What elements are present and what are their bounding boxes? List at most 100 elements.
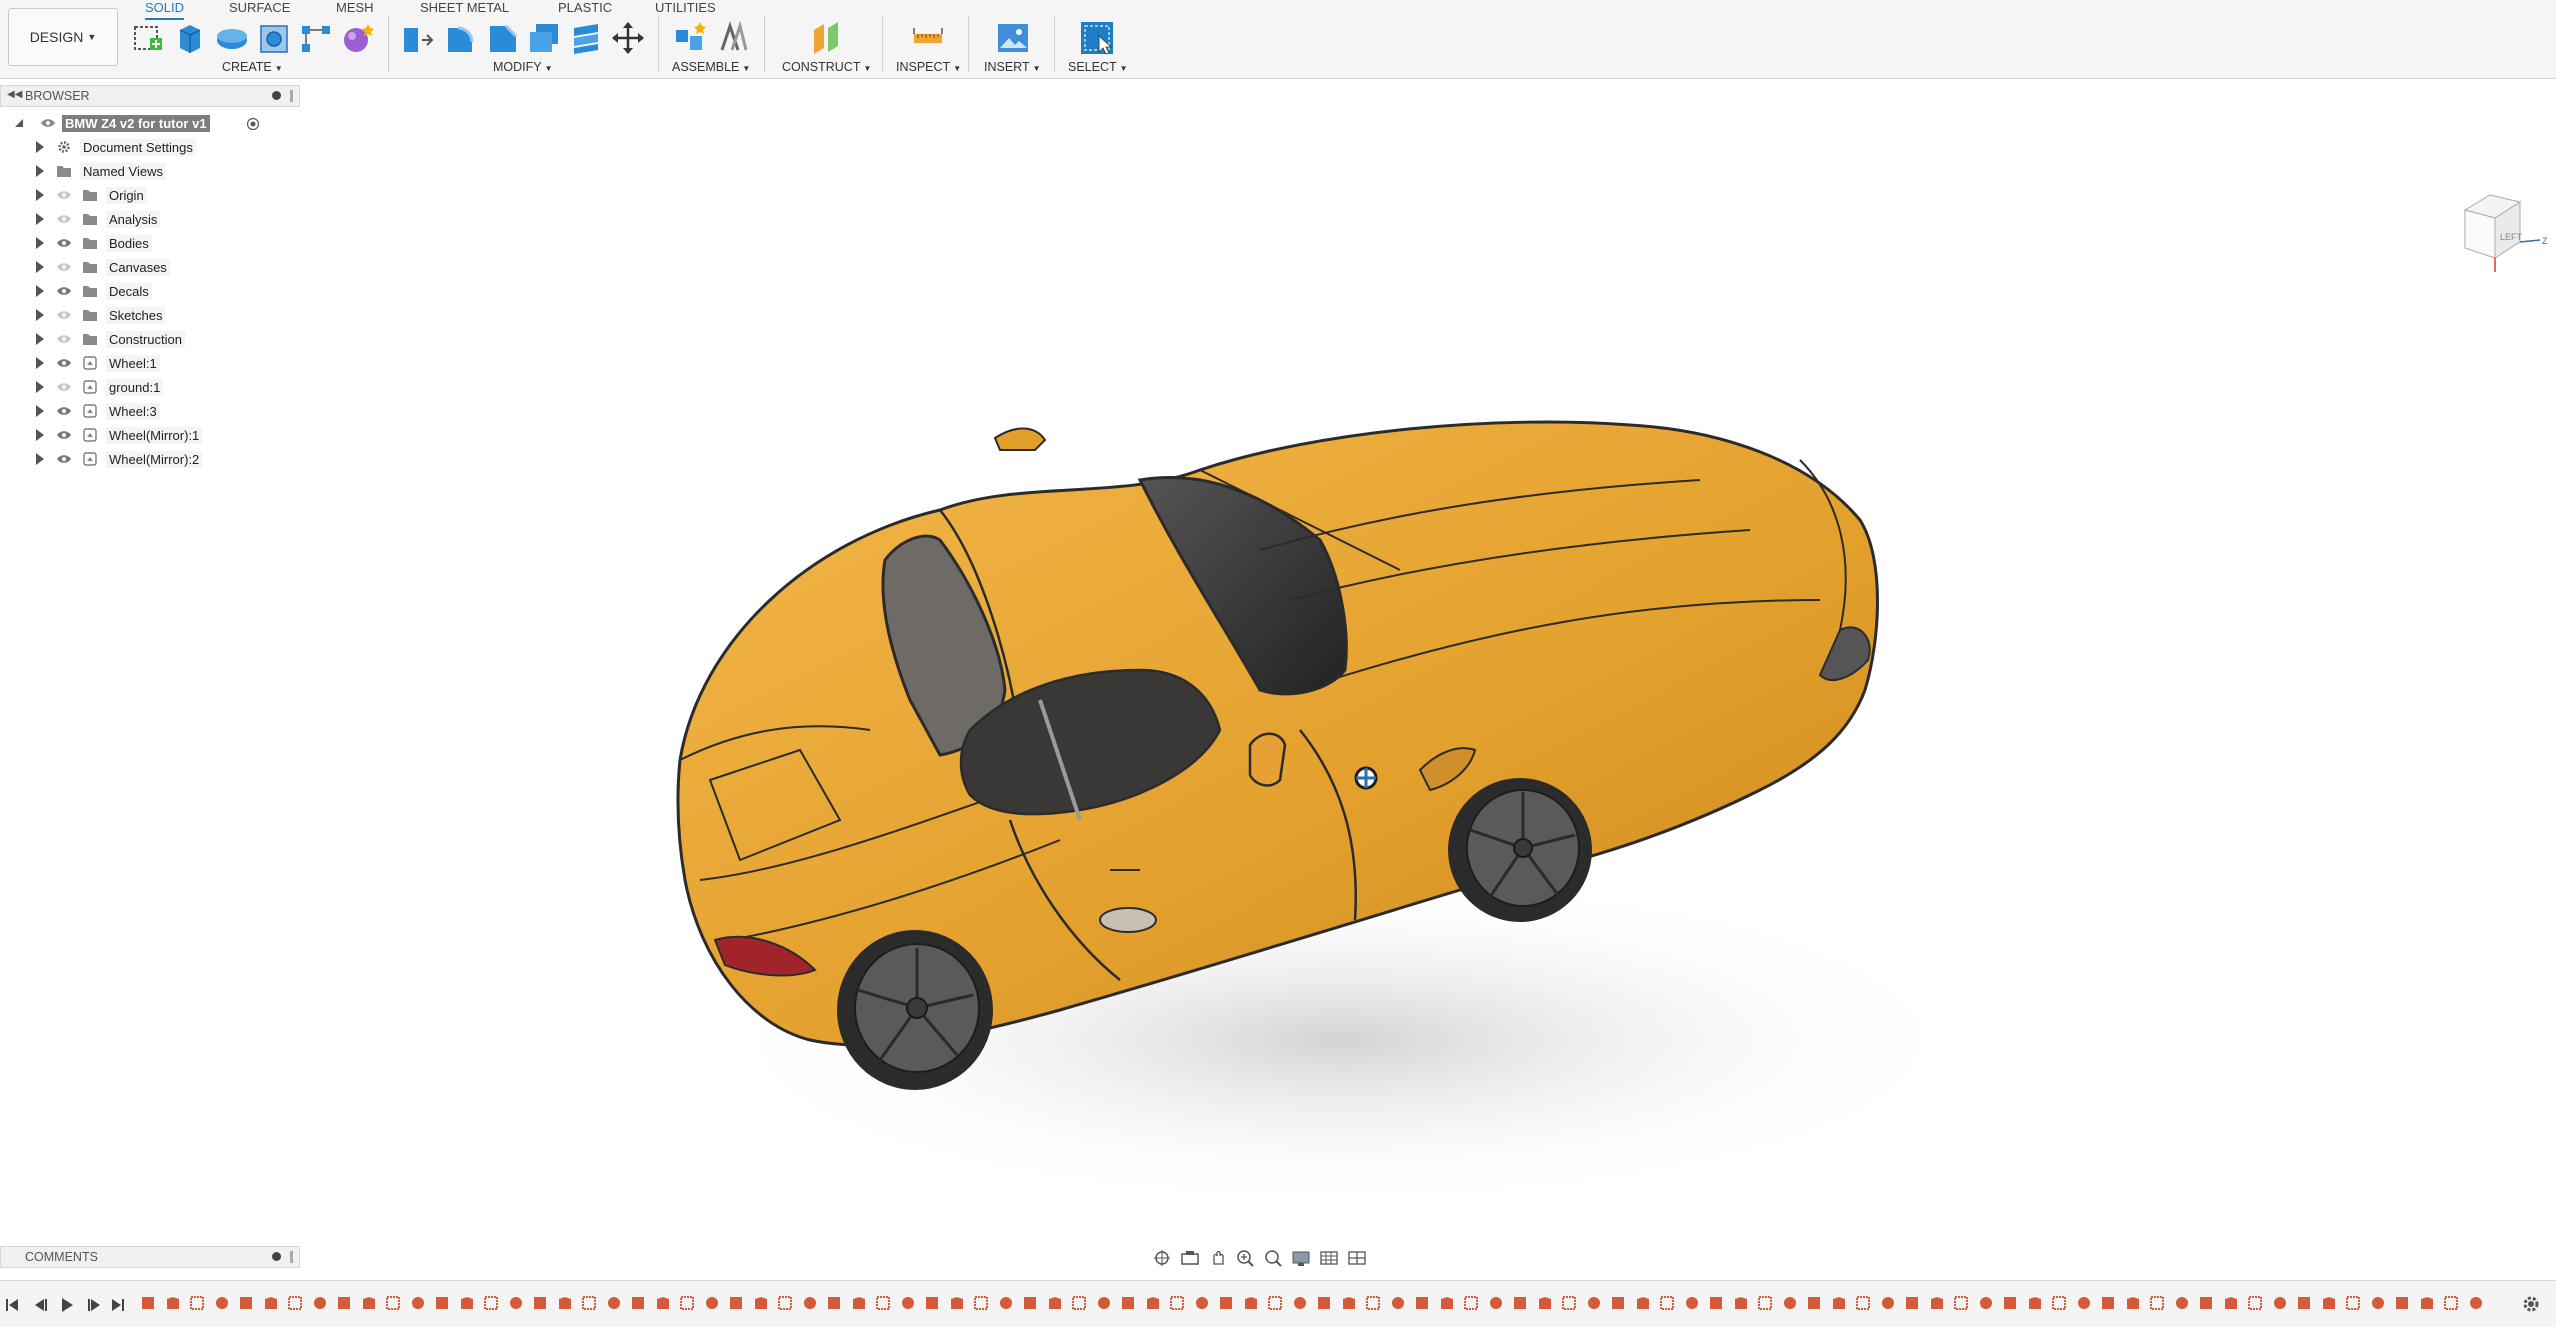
hole-icon[interactable] — [256, 20, 292, 56]
timeline-feature-icon[interactable] — [238, 1295, 254, 1311]
timeline-feature-icon[interactable] — [1708, 1295, 1724, 1311]
timeline-feature-icon[interactable] — [1365, 1295, 1381, 1311]
timeline-feature-icon[interactable] — [385, 1295, 401, 1311]
timeline-feature-icon[interactable] — [1831, 1295, 1847, 1311]
timeline-feature-icon[interactable] — [2468, 1295, 2484, 1311]
tab-mesh[interactable]: MESH — [336, 0, 374, 16]
revolve-icon[interactable] — [214, 20, 250, 56]
timeline-feature-icon[interactable] — [1880, 1295, 1896, 1311]
timeline-feature-icon[interactable] — [2443, 1295, 2459, 1311]
timeline-feature-icon[interactable] — [532, 1295, 548, 1311]
timeline-feature-icon[interactable] — [508, 1295, 524, 1311]
grid-settings-icon[interactable] — [1318, 1248, 1342, 1268]
expand-triangle-icon[interactable] — [36, 381, 44, 393]
timeline-feature-icon[interactable] — [2002, 1295, 2018, 1311]
fit-icon[interactable] — [1262, 1248, 1286, 1268]
eye-icon[interactable] — [56, 309, 72, 321]
select-icon[interactable] — [1079, 20, 1115, 56]
timeline-feature-icon[interactable] — [1586, 1295, 1602, 1311]
step-forward-icon[interactable] — [88, 1299, 100, 1311]
activate-radio-icon[interactable] — [246, 117, 260, 131]
orbit-icon[interactable] — [1150, 1248, 1174, 1268]
timeline-feature-icon[interactable] — [1733, 1295, 1749, 1311]
look-at-icon[interactable] — [1178, 1248, 1202, 1268]
timeline-feature-icon[interactable] — [900, 1295, 916, 1311]
zoom-icon[interactable] — [1234, 1248, 1258, 1268]
timeline-feature-icon[interactable] — [2027, 1295, 2043, 1311]
timeline-feature-icon[interactable] — [214, 1295, 230, 1311]
timeline-feature-icon[interactable] — [655, 1295, 671, 1311]
timeline-feature-icon[interactable] — [459, 1295, 475, 1311]
timeline-feature-icon[interactable] — [1782, 1295, 1798, 1311]
rear-wheel[interactable] — [837, 930, 993, 1090]
timeline-feature-icon[interactable] — [2394, 1295, 2410, 1311]
browser-panel-header[interactable]: ◀◀ BROWSER — [0, 85, 300, 107]
timeline-feature-icon[interactable] — [1439, 1295, 1455, 1311]
construct-menu[interactable]: CONSTRUCT ▼ — [782, 60, 871, 74]
eye-icon[interactable] — [56, 429, 72, 441]
timeline-feature-icon[interactable] — [630, 1295, 646, 1311]
expand-triangle-icon[interactable] — [36, 213, 44, 225]
play-icon[interactable] — [62, 1298, 73, 1312]
timeline-feature-icon[interactable] — [826, 1295, 842, 1311]
timeline-feature-icon[interactable] — [1929, 1295, 1945, 1311]
eye-icon[interactable] — [56, 333, 72, 345]
timeline-feature-icon[interactable] — [1316, 1295, 1332, 1311]
timeline-feature-icon[interactable] — [1169, 1295, 1185, 1311]
timeline-feature-icon[interactable] — [434, 1295, 450, 1311]
expand-triangle-icon[interactable] — [36, 261, 44, 273]
eye-icon[interactable] — [56, 453, 72, 465]
expand-triangle-icon[interactable] — [36, 333, 44, 345]
eye-icon[interactable] — [56, 381, 72, 393]
joint-icon[interactable] — [716, 20, 752, 56]
timeline-feature-icon[interactable] — [1635, 1295, 1651, 1311]
tab-solid[interactable]: SOLID — [145, 0, 185, 20]
display-settings-icon[interactable] — [1290, 1248, 1314, 1268]
timeline-feature-icon[interactable] — [1218, 1295, 1234, 1311]
timeline-feature-icon[interactable] — [2272, 1295, 2288, 1311]
form-icon[interactable] — [340, 20, 376, 56]
timeline-feature-icon[interactable] — [777, 1295, 793, 1311]
front-wheel[interactable] — [1448, 778, 1592, 922]
comments-panel-header[interactable]: COMMENTS — [0, 1246, 300, 1268]
expand-triangle-icon[interactable] — [36, 189, 44, 201]
offset-plane-icon[interactable] — [808, 20, 844, 56]
timeline-feature-icon[interactable] — [1953, 1295, 1969, 1311]
timeline-feature-icon[interactable] — [2198, 1295, 2214, 1311]
timeline-feature-icon[interactable] — [973, 1295, 989, 1311]
timeline-feature-icon[interactable] — [1194, 1295, 1210, 1311]
timeline-feature-icon[interactable] — [753, 1295, 769, 1311]
new-component-icon[interactable] — [672, 20, 708, 56]
assemble-menu[interactable]: ASSEMBLE ▼ — [672, 60, 750, 74]
timeline-feature-icon[interactable] — [2247, 1295, 2263, 1311]
timeline-feature-icon[interactable] — [287, 1295, 303, 1311]
insert-menu[interactable]: INSERT ▼ — [984, 60, 1041, 74]
timeline-feature-icon[interactable] — [2125, 1295, 2141, 1311]
timeline-feature-icon[interactable] — [2223, 1295, 2239, 1311]
create-menu[interactable]: CREATE ▼ — [222, 60, 283, 74]
timeline-feature-icon[interactable] — [1414, 1295, 1430, 1311]
eye-icon[interactable] — [40, 117, 56, 129]
eye-icon[interactable] — [56, 213, 72, 225]
timeline-feature-icon[interactable] — [802, 1295, 818, 1311]
timeline-feature-icon[interactable] — [949, 1295, 965, 1311]
pan-icon[interactable] — [1206, 1248, 1230, 1268]
timeline-feature-icon[interactable] — [1561, 1295, 1577, 1311]
fillet-icon[interactable] — [442, 20, 478, 56]
timeline-feature-icon[interactable] — [336, 1295, 352, 1311]
timeline-feature-icon[interactable] — [483, 1295, 499, 1311]
timeline-feature-icon[interactable] — [1512, 1295, 1528, 1311]
timeline-feature-icon[interactable] — [1120, 1295, 1136, 1311]
pin-icon[interactable] — [272, 91, 281, 100]
select-menu[interactable]: SELECT ▼ — [1068, 60, 1128, 74]
timeline-feature-icon[interactable] — [557, 1295, 573, 1311]
timeline-feature-icon[interactable] — [924, 1295, 940, 1311]
timeline-feature-icon[interactable] — [2321, 1295, 2337, 1311]
timeline-feature-icon[interactable] — [1904, 1295, 1920, 1311]
move-icon[interactable] — [610, 20, 646, 56]
eye-icon[interactable] — [56, 261, 72, 273]
timeline-feature-icon[interactable] — [2100, 1295, 2116, 1311]
timeline-feature-icon[interactable] — [1855, 1295, 1871, 1311]
timeline-feature-icon[interactable] — [581, 1295, 597, 1311]
timeline-feature-icon[interactable] — [1071, 1295, 1087, 1311]
